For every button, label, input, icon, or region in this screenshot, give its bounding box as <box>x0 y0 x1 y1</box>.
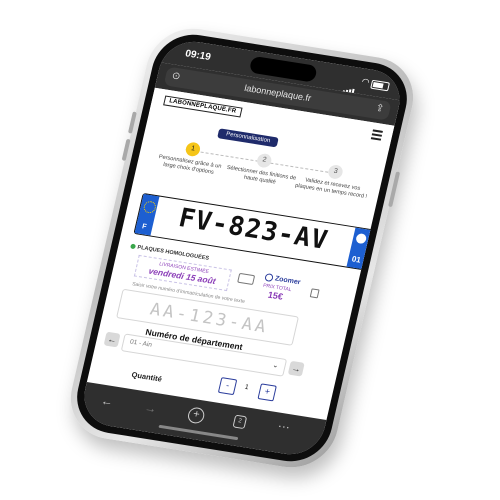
truck-icon <box>237 272 256 286</box>
forward-arrow-icon[interactable]: → <box>143 400 158 416</box>
battery-icon <box>370 79 391 92</box>
check-dot-icon <box>130 243 137 250</box>
status-time: 09:19 <box>184 48 212 64</box>
more-icon[interactable]: ··· <box>276 419 291 435</box>
wifi-icon: ◠ <box>360 76 371 88</box>
step-text: Sélectionner des finitions de haute qual… <box>225 164 297 186</box>
step-1: 1 Personnalisez grâce à un large choix d… <box>151 137 231 179</box>
back-arrow-icon[interactable]: ← <box>100 394 115 410</box>
total-price: PRIX TOTAL 15€ <box>260 283 292 303</box>
stage: 09:19 ◠ ⊙ labonneplaque.fr ⇪ LABONNEPLAQ… <box>0 0 500 500</box>
department-prev-button[interactable]: ← <box>103 331 121 348</box>
volume-down-button <box>121 138 131 161</box>
volume-up-button <box>127 111 137 134</box>
step-3: 3 Validez et recevez vos plaques en un t… <box>293 159 373 201</box>
site-logo[interactable]: LABONNEPLAQUE.FR <box>163 95 243 118</box>
power-button <box>388 171 401 208</box>
trash-icon[interactable] <box>309 288 320 299</box>
license-plate-preview: F FV-823-AV 01 <box>133 192 373 271</box>
department-value: 01 - Ain <box>129 338 153 349</box>
new-tab-icon[interactable]: + <box>186 406 206 425</box>
step-text: Personnalisez grâce à un large choix d'o… <box>158 154 222 176</box>
step-text: Validez et recevez vos plaques en un tem… <box>294 177 368 200</box>
department-next-button[interactable]: → <box>287 360 305 377</box>
step-number: 1 <box>184 141 202 158</box>
quantity-value: 1 <box>243 383 250 392</box>
magnifier-icon <box>264 273 274 283</box>
phone-bezel: 09:19 ◠ ⊙ labonneplaque.fr ⇪ LABONNEPLAQ… <box>69 29 415 467</box>
eu-stars-icon <box>142 200 158 214</box>
region-logo-icon <box>355 232 368 245</box>
quantity-increment-button[interactable]: + <box>257 383 277 402</box>
home-indicator <box>158 424 239 441</box>
browser-toolbar: ← → + 2 ··· <box>77 382 327 459</box>
phone-mockup: 09:19 ◠ ⊙ labonneplaque.fr ⇪ LABONNEPLAQ… <box>62 22 422 474</box>
region-number: 01 <box>350 254 362 265</box>
country-letter: F <box>141 223 148 231</box>
plate-number: FV-823-AV <box>175 203 331 256</box>
phone-screen: 09:19 ◠ ⊙ labonneplaque.fr ⇪ LABONNEPLAQ… <box>77 37 407 459</box>
hamburger-menu-icon[interactable] <box>370 129 383 142</box>
step-number: 2 <box>255 152 273 169</box>
tabs-icon[interactable]: 2 <box>232 414 248 430</box>
chevron-down-icon: ⌄ <box>271 362 280 370</box>
quantity-decrement-button[interactable]: - <box>217 377 238 396</box>
quantity-label: Quantité <box>130 370 163 384</box>
step-2: 2 Sélectionner des finitions de haute qu… <box>222 148 302 190</box>
step-number: 3 <box>327 163 345 180</box>
